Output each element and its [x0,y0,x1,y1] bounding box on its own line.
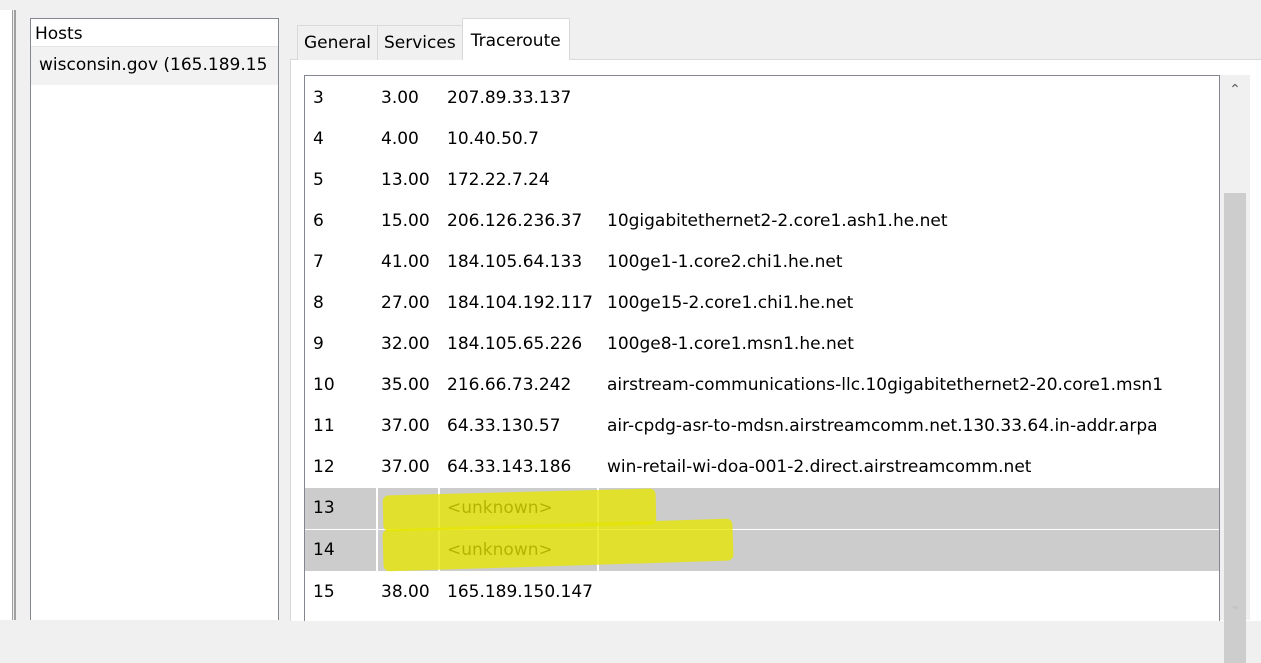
hop-cell: 11 [313,416,335,436]
hop-cell: 6 [313,211,324,231]
host-item[interactable]: wisconsin.gov (165.189.15 [31,47,278,85]
ip-cell: 10.40.50.7 [447,129,539,149]
latency-cell: 3.00 [381,88,419,108]
traceroute-row[interactable]: 12 37.00 64.33.143.186 win-retail-wi-doa-00… [305,447,1219,488]
hop-cell: 8 [313,293,324,313]
latency-cell: 15.00 [381,211,430,231]
ip-cell: <unknown> [440,488,599,529]
hop-cell: 15 [313,582,335,602]
hostname-cell: 100ge1-1.core2.chi1.he.net [607,252,843,272]
latency-cell: 35.00 [381,375,430,395]
hosts-list[interactable]: Hosts wisconsin.gov (165.189.15 [30,18,279,620]
traceroute-list[interactable]: 3 3.00 207.89.33.137 4 4.00 10.40.50.7 5 13.00 1… [304,75,1220,621]
traceroute-row[interactable]: 14 <unknown> [305,530,1219,571]
traceroute-row[interactable]: 4 4.00 10.40.50.7 [305,119,1219,160]
tab-general[interactable]: General [297,25,378,60]
hop-cell: 12 [313,457,335,477]
ip-cell: 184.105.64.133 [447,252,583,272]
hosts-header[interactable]: Hosts [31,19,278,47]
hop-cell: 13 [305,488,378,529]
traceroute-row[interactable]: 11 37.00 64.33.130.57 air-cpdg-asr-to-mdsn.… [305,406,1219,447]
vertical-scrollbar[interactable]: ⌃ ⌄ [1220,75,1250,663]
traceroute-row[interactable]: 6 15.00 206.126.236.37 10gigabitethernet2-2… [305,201,1219,242]
latency-cell: 27.00 [381,293,430,313]
hostname-cell: 100ge15-2.core1.chi1.he.net [607,293,854,313]
ip-cell: 64.33.143.186 [447,457,572,477]
ip-cell: 172.22.7.24 [447,170,550,190]
hostname-cell: 10gigabitethernet2-2.core1.ash1.he.net [607,211,948,231]
latency-cell: 37.00 [381,457,430,477]
hostname-cell [607,530,1219,571]
hostname-cell [607,119,1219,160]
hostname-cell [607,488,1219,529]
traceroute-row[interactable]: 9 32.00 184.105.65.226 100ge8-1.core1.msn1.… [305,324,1219,365]
ip-cell: 207.89.33.137 [447,88,572,108]
latency-cell [378,488,440,529]
ip-cell: <unknown> [440,530,599,571]
traceroute-row[interactable]: 7 41.00 184.105.64.133 100ge1-1.core2.chi1.… [305,242,1219,283]
latency-cell: 37.00 [381,416,430,436]
hostname-cell [607,572,1219,613]
hop-cell: 5 [313,170,324,190]
traceroute-rows: 3 3.00 207.89.33.137 4 4.00 10.40.50.7 5 13.00 1… [305,78,1219,613]
tab-traceroute[interactable]: Traceroute [461,18,570,60]
tab-bar: General Services Traceroute [297,18,570,60]
ip-cell: 184.105.65.226 [447,334,583,354]
frame-divider [14,10,16,620]
ip-cell: 184.104.192.117 [447,293,594,313]
ip-cell: 216.66.73.242 [447,375,572,395]
hop-cell: 10 [313,375,335,395]
hostname-cell [607,160,1219,201]
hop-cell: 14 [305,530,378,571]
latency-cell: 32.00 [381,334,430,354]
tab-services[interactable]: Services [377,25,463,60]
traceroute-row[interactable]: 5 13.00 172.22.7.24 [305,160,1219,201]
chevron-down-icon[interactable]: ⌄ [1220,590,1250,620]
hostname-cell: air-cpdg-asr-to-mdsn.airstreamcomm.net.1… [607,416,1158,436]
hostname-cell [607,78,1219,119]
chevron-up-icon[interactable]: ⌃ [1220,75,1250,105]
latency-cell: 4.00 [381,129,419,149]
latency-cell: 13.00 [381,170,430,190]
hop-cell: 7 [313,252,324,272]
latency-cell: 41.00 [381,252,430,272]
latency-cell [378,530,440,571]
hop-cell: 4 [313,129,324,149]
ip-cell: 64.33.130.57 [447,416,561,436]
hop-cell: 3 [313,88,324,108]
hostname-cell: win-retail-wi-doa-001-2.direct.airstream… [607,457,1032,477]
traceroute-row[interactable]: 8 27.00 184.104.192.117 100ge15-2.core1.chi… [305,283,1219,324]
ip-cell: 206.126.236.37 [447,211,583,231]
traceroute-row[interactable]: 10 35.00 216.66.73.242 airstream-communicat… [305,365,1219,406]
latency-cell: 38.00 [381,582,430,602]
hostname-cell: airstream-communications-llc.10gigabitet… [607,375,1164,395]
hostname-cell: 100ge8-1.core1.msn1.he.net [607,334,854,354]
outer-frame [0,10,13,620]
hop-cell: 9 [313,334,324,354]
traceroute-row[interactable]: 13 <unknown> [305,488,1219,529]
traceroute-row[interactable]: 3 3.00 207.89.33.137 [305,78,1219,119]
traceroute-row[interactable]: 15 38.00 165.189.150.147 [305,572,1219,613]
ip-cell: 165.189.150.147 [447,582,594,602]
